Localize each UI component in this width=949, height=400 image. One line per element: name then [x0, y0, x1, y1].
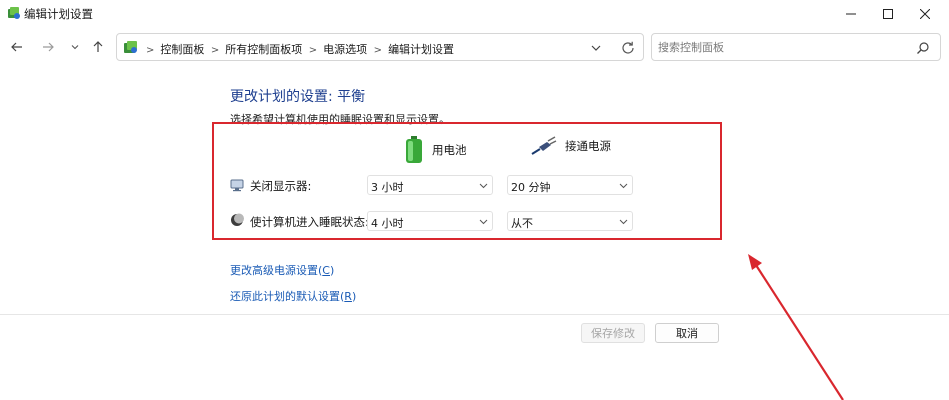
advanced-power-settings-link[interactable]: 更改高级电源设置(C)	[230, 262, 334, 278]
arrow-up-icon	[93, 41, 103, 52]
display-off-battery-select[interactable]: 3 小时	[367, 175, 493, 195]
chevron-down-icon	[479, 219, 488, 225]
sleep-moon-icon	[231, 213, 244, 226]
plugged-in-column-label: 接通电源	[565, 139, 611, 153]
select-value: 20 分钟	[511, 181, 551, 194]
display-off-plugged-select[interactable]: 20 分钟	[507, 175, 633, 195]
sleep-label: 使计算机进入睡眠状态:	[250, 215, 369, 229]
arrow-right-icon	[43, 42, 54, 52]
monitor-icon	[230, 179, 244, 192]
maximize-icon	[883, 8, 893, 19]
arrow-left-icon	[11, 42, 22, 52]
address-bar[interactable]: > 控制面板 > 所有控制面板项 > 电源选项 > 编辑计划设置	[116, 33, 644, 61]
page-title: 更改计划的设置: 平衡	[230, 89, 366, 105]
title-bar: 编辑计划设置	[0, 0, 949, 27]
navigation-bar: > 控制面板 > 所有控制面板项 > 电源选项 > 编辑计划设置	[0, 27, 949, 67]
breadcrumb-separator-icon: >	[308, 45, 318, 56]
search-box[interactable]	[651, 33, 941, 61]
sleep-battery-select[interactable]: 4 小时	[367, 211, 493, 231]
back-button[interactable]	[8, 38, 26, 56]
chevron-down-icon	[479, 183, 488, 189]
battery-column-label: 用电池	[432, 143, 467, 157]
breadcrumb-item[interactable]: 编辑计划设置	[388, 43, 454, 56]
restore-defaults-link[interactable]: 还原此计划的默认设置(R)	[230, 288, 356, 304]
minimize-icon	[846, 13, 856, 14]
cancel-button[interactable]: 取消	[655, 323, 719, 343]
close-button[interactable]	[903, 0, 947, 27]
chevron-down-icon	[71, 45, 79, 50]
breadcrumb-item[interactable]: 电源选项	[323, 43, 367, 56]
power-plug-icon	[531, 136, 557, 155]
sleep-plugged-select[interactable]: 从不	[507, 211, 633, 231]
address-dropdown-icon[interactable]	[589, 41, 603, 55]
chevron-down-icon	[619, 219, 628, 225]
select-value: 4 小时	[371, 217, 404, 230]
search-icon[interactable]	[916, 41, 930, 55]
breadcrumb: > 控制面板 > 所有控制面板项 > 电源选项 > 编辑计划设置	[143, 41, 454, 57]
breadcrumb-item[interactable]: 所有控制面板项	[225, 43, 302, 56]
search-input[interactable]	[658, 39, 908, 55]
control-panel-app-icon	[8, 7, 20, 19]
footer-divider	[0, 314, 949, 315]
breadcrumb-separator-icon: >	[373, 45, 383, 56]
close-icon	[920, 8, 930, 19]
battery-column-header: 用电池	[404, 136, 467, 164]
battery-icon	[406, 136, 422, 163]
breadcrumb-separator-icon: >	[146, 45, 155, 56]
select-value: 3 小时	[371, 181, 404, 194]
refresh-icon[interactable]	[620, 40, 636, 56]
control-panel-icon	[124, 41, 137, 53]
turn-off-display-label: 关闭显示器:	[250, 179, 312, 193]
chevron-down-icon	[619, 183, 628, 189]
forward-button[interactable]	[39, 38, 57, 56]
recent-locations-button[interactable]	[66, 38, 84, 56]
up-button[interactable]	[89, 38, 107, 56]
save-changes-button[interactable]: 保存修改	[581, 323, 645, 343]
plugged-in-column-header: 接通电源	[531, 136, 611, 156]
window-title: 编辑计划设置	[24, 7, 93, 21]
select-value: 从不	[511, 217, 533, 230]
breadcrumb-item[interactable]: 控制面板	[160, 43, 204, 56]
breadcrumb-separator-icon: >	[210, 45, 220, 56]
